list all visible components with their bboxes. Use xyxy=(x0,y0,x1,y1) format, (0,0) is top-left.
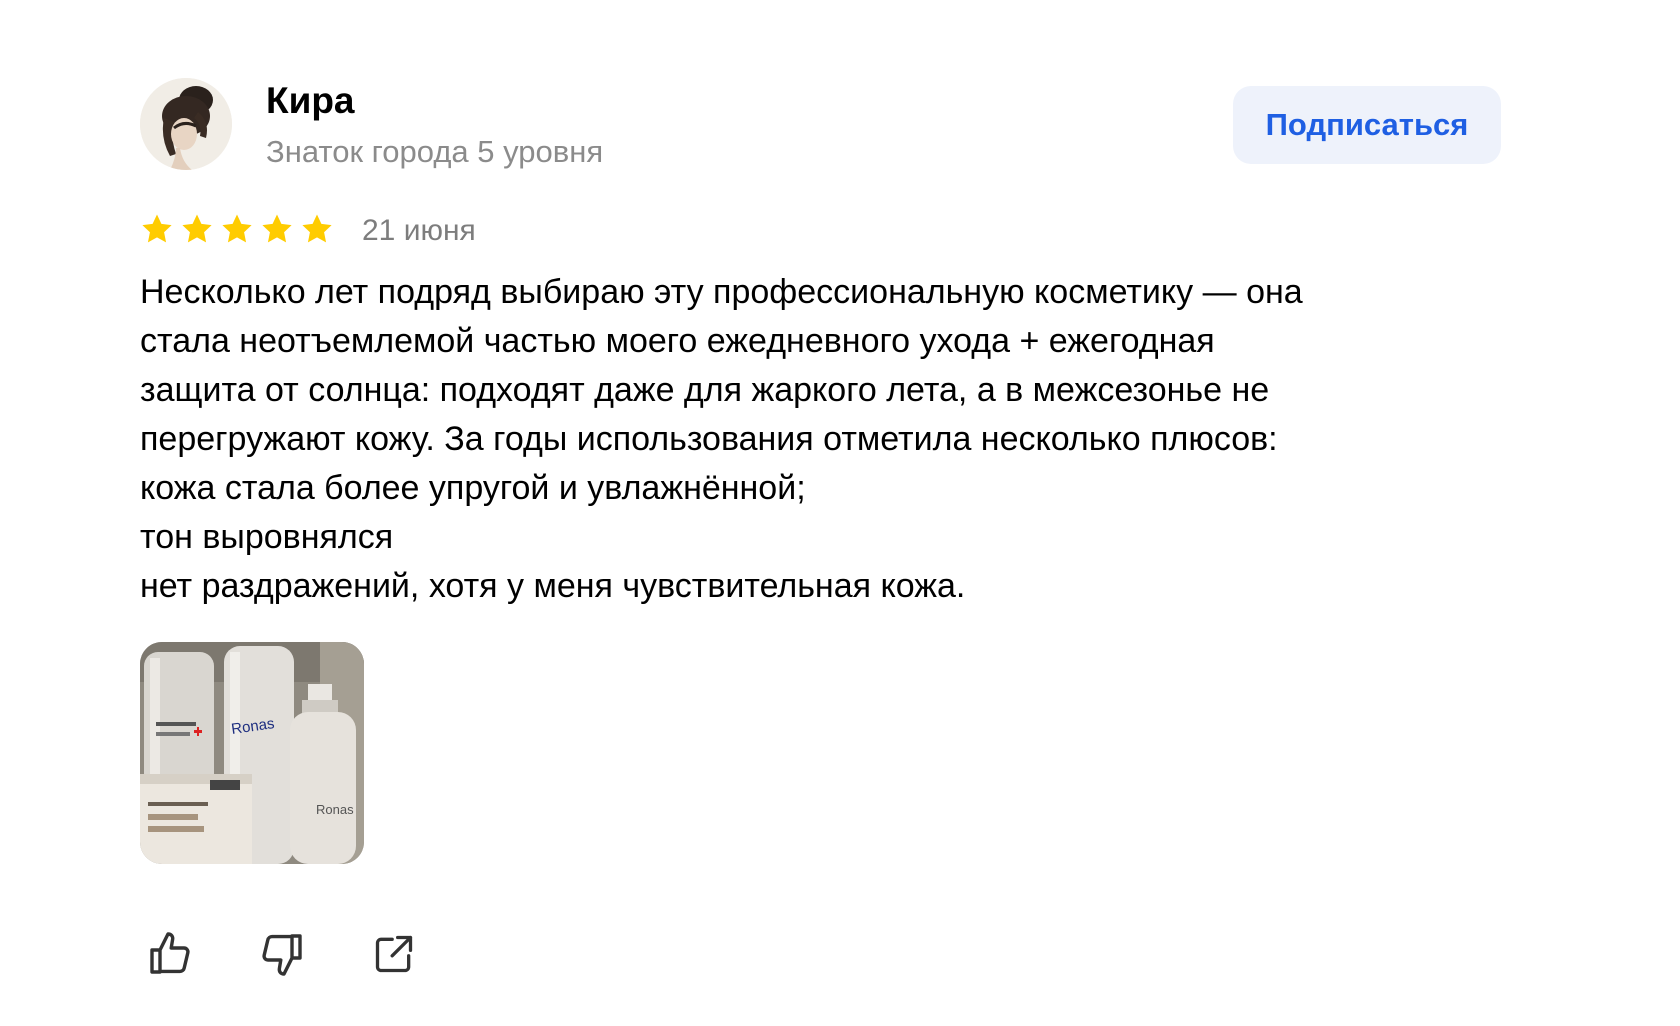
review-text-line: нет раздражений, хотя у меня чувствитель… xyxy=(140,567,966,605)
review-text-line: стала неотъемлемой частью моего ежедневн… xyxy=(140,322,1215,360)
cosmetics-bottles-photo-icon: Ronas Ronas xyxy=(140,642,364,864)
review-text-line: защита от солнца: подходят даже для жарк… xyxy=(140,371,1270,409)
share-button[interactable] xyxy=(368,928,420,980)
author-avatar[interactable] xyxy=(140,78,232,170)
review-date: 21 июня xyxy=(362,214,476,247)
author-name[interactable]: Кира xyxy=(266,80,355,122)
subscribe-button[interactable]: Подписаться xyxy=(1233,86,1501,164)
thumbs-down-icon xyxy=(262,934,302,976)
review-actions xyxy=(144,928,420,980)
star-icon xyxy=(222,214,252,243)
author-level: Знаток города 5 уровня xyxy=(266,134,604,169)
star-icon xyxy=(262,214,292,243)
star-icon xyxy=(302,214,332,243)
share-icon xyxy=(375,935,413,973)
review-text-line: Несколько лет подряд выбираю эту професс… xyxy=(140,273,1303,311)
review-text: Несколько лет подряд выбираю эту професс… xyxy=(140,268,1500,611)
thumbs-up-icon xyxy=(150,932,190,974)
review-photo[interactable]: Ronas Ronas xyxy=(140,642,364,864)
review-text-line: тон выровнялся xyxy=(140,518,394,556)
review-text-line: кожа стала более упругой и увлажнённой; xyxy=(140,469,806,507)
woman-portrait-icon xyxy=(140,78,232,170)
rating-stars xyxy=(140,212,334,246)
star-icon xyxy=(142,214,172,243)
review-text-line: перегружают кожу. За годы использования … xyxy=(140,420,1278,458)
like-button[interactable] xyxy=(144,928,196,980)
svg-text:Ronas: Ronas xyxy=(316,802,354,817)
star-icon xyxy=(182,214,212,243)
review-card: Кира Знаток города 5 уровня Подписаться … xyxy=(0,0,1680,1026)
dislike-button[interactable] xyxy=(256,928,308,980)
